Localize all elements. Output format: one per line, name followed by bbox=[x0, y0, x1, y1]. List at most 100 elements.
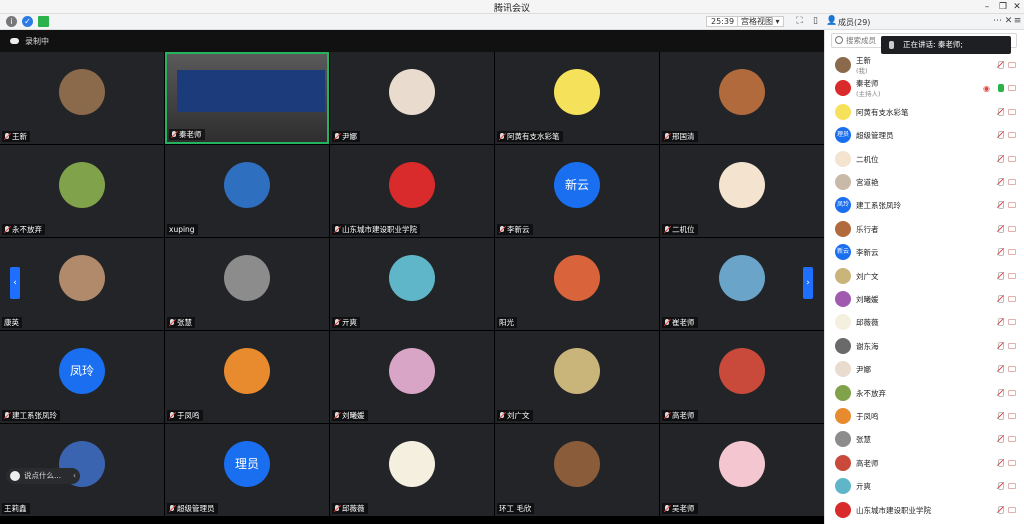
more-icon[interactable]: ⋯ bbox=[992, 16, 1003, 27]
mic-muted-icon[interactable] bbox=[997, 131, 1004, 140]
video-tile[interactable]: 秦老师 bbox=[165, 52, 329, 144]
mic-muted-icon[interactable] bbox=[997, 248, 1004, 257]
member-row[interactable]: 永不放弃 bbox=[825, 382, 1024, 405]
mic-muted-icon[interactable] bbox=[997, 224, 1004, 234]
video-tile[interactable]: 山东城市建设职业学院 bbox=[330, 145, 494, 237]
member-row[interactable]: 刘广文 bbox=[825, 265, 1024, 288]
member-row[interactable]: 高老师 bbox=[825, 452, 1024, 475]
member-row[interactable]: 王新 (我) bbox=[825, 54, 1024, 77]
mic-on-icon[interactable] bbox=[997, 84, 1004, 93]
video-tile[interactable]: 邢国清 bbox=[660, 52, 824, 144]
camera-off-icon[interactable] bbox=[1008, 436, 1016, 443]
video-tile[interactable]: 吴老师 bbox=[660, 424, 824, 516]
mic-muted-icon[interactable] bbox=[997, 61, 1004, 70]
video-tile[interactable]: 永不放弃 bbox=[0, 145, 164, 237]
eye-icon[interactable]: ◉ bbox=[983, 84, 990, 93]
info-icon[interactable]: i bbox=[6, 16, 17, 27]
video-tile[interactable]: 尹娜 bbox=[330, 52, 494, 144]
mic-muted-icon[interactable] bbox=[997, 482, 1004, 491]
video-tile[interactable]: 刘曦媛 bbox=[330, 331, 494, 423]
video-tile[interactable]: 邱薇薇 bbox=[330, 424, 494, 516]
chat-input[interactable]: 说点什么... ‹ bbox=[6, 468, 80, 484]
video-tile[interactable]: 高老师 bbox=[660, 331, 824, 423]
mic-muted-icon[interactable] bbox=[997, 154, 1004, 164]
member-row[interactable]: 宫道艳 bbox=[825, 171, 1024, 194]
video-tile[interactable]: 阿黄有支水彩笔 bbox=[495, 52, 659, 144]
fullscreen-icon[interactable]: ⛶ bbox=[794, 16, 805, 27]
camera-off-icon[interactable] bbox=[1008, 108, 1016, 115]
mic-muted-icon[interactable] bbox=[997, 435, 1004, 444]
camera-off-icon[interactable] bbox=[1008, 272, 1016, 279]
video-tile[interactable]: 张慧 bbox=[165, 238, 329, 330]
video-tile[interactable]: 王新 bbox=[0, 52, 164, 144]
camera-off-icon[interactable] bbox=[1008, 459, 1016, 466]
video-tile[interactable]: xuping bbox=[165, 145, 329, 237]
camera-off-icon[interactable] bbox=[1008, 506, 1016, 513]
member-row[interactable]: 尹娜 bbox=[825, 358, 1024, 381]
menu-icon[interactable]: ≡ bbox=[1012, 16, 1023, 27]
mic-muted-icon[interactable] bbox=[997, 107, 1004, 117]
mic-muted-icon[interactable] bbox=[997, 318, 1004, 327]
video-tile[interactable]: 刘广文 bbox=[495, 331, 659, 423]
mic-muted-icon[interactable] bbox=[997, 365, 1004, 374]
mic-muted-icon[interactable] bbox=[997, 178, 1004, 187]
member-row[interactable]: 乐行者 bbox=[825, 218, 1024, 241]
member-row[interactable]: 亓爽 bbox=[825, 475, 1024, 498]
camera-off-icon[interactable] bbox=[1008, 366, 1016, 373]
member-row[interactable]: 邱薇薇 bbox=[825, 311, 1024, 334]
video-tile[interactable]: 康英 bbox=[0, 238, 164, 330]
video-tile[interactable]: 凤玲 建工系张凤玲 bbox=[0, 331, 164, 423]
mic-muted-icon[interactable] bbox=[997, 271, 1004, 281]
member-row[interactable]: 阿黄有支水彩笔 bbox=[825, 101, 1024, 124]
prev-page-button[interactable]: ‹ bbox=[10, 267, 20, 299]
camera-off-icon[interactable] bbox=[1008, 132, 1016, 139]
member-row[interactable]: 刘曦媛 bbox=[825, 288, 1024, 311]
layout-icon[interactable]: ▯ bbox=[810, 16, 821, 27]
video-tile[interactable]: 环工 毛欣 bbox=[495, 424, 659, 516]
close-button[interactable]: ✕ bbox=[1010, 0, 1024, 14]
camera-off-icon[interactable] bbox=[1008, 155, 1016, 162]
video-tile[interactable]: 于凤鸣 bbox=[165, 331, 329, 423]
video-tile[interactable]: 亓爽 bbox=[330, 238, 494, 330]
minimize-button[interactable]: – bbox=[980, 0, 994, 14]
video-tile[interactable]: 二机位 bbox=[660, 145, 824, 237]
camera-off-icon[interactable] bbox=[1008, 389, 1016, 396]
camera-off-icon[interactable] bbox=[1008, 179, 1016, 185]
mic-muted-icon[interactable] bbox=[997, 295, 1004, 304]
camera-off-icon[interactable] bbox=[1008, 62, 1016, 68]
member-row[interactable]: 理员 超级管理员 bbox=[825, 124, 1024, 147]
member-row[interactable]: 凤玲 建工系张凤玲 bbox=[825, 194, 1024, 217]
member-row[interactable]: 二机位 bbox=[825, 148, 1024, 171]
camera-off-icon[interactable] bbox=[1008, 483, 1016, 490]
camera-off-icon[interactable] bbox=[1008, 85, 1016, 92]
chevron-left-icon[interactable]: ‹ bbox=[73, 468, 76, 484]
camera-off-icon[interactable] bbox=[1008, 342, 1016, 349]
signal-icon[interactable] bbox=[38, 16, 49, 27]
member-row[interactable]: 秦老师 (主持人) ◉ bbox=[825, 77, 1024, 100]
camera-off-icon[interactable] bbox=[1008, 202, 1016, 209]
restore-button[interactable]: ❐ bbox=[996, 0, 1010, 14]
member-row[interactable]: 谢东海 bbox=[825, 335, 1024, 358]
mic-muted-icon[interactable] bbox=[997, 412, 1004, 421]
camera-off-icon[interactable] bbox=[1008, 225, 1016, 232]
members-icon[interactable]: 👤 bbox=[826, 16, 837, 27]
video-tile[interactable]: 新云 李新云 bbox=[495, 145, 659, 237]
camera-off-icon[interactable] bbox=[1008, 249, 1016, 256]
mic-muted-icon[interactable] bbox=[997, 201, 1004, 210]
video-tile[interactable]: 崔老师 bbox=[660, 238, 824, 330]
mic-muted-icon[interactable] bbox=[997, 458, 1004, 468]
next-page-button[interactable]: › bbox=[803, 267, 813, 299]
mic-muted-icon[interactable] bbox=[997, 505, 1004, 515]
member-row[interactable]: 新云 李新云 bbox=[825, 241, 1024, 264]
emoji-icon[interactable] bbox=[10, 471, 20, 481]
member-row[interactable]: 张慧 bbox=[825, 428, 1024, 451]
camera-off-icon[interactable] bbox=[1008, 319, 1016, 326]
mic-muted-icon[interactable] bbox=[997, 341, 1004, 351]
members-count[interactable]: 成员(29) bbox=[838, 17, 870, 28]
camera-off-icon[interactable] bbox=[1008, 413, 1016, 419]
shield-icon[interactable]: ✓ bbox=[22, 16, 33, 27]
view-mode-button[interactable]: 宫格视图 ▾ bbox=[737, 16, 784, 27]
video-tile[interactable]: 阳光 bbox=[495, 238, 659, 330]
camera-off-icon[interactable] bbox=[1008, 296, 1016, 302]
member-row[interactable]: 山东城市建设职业学院 bbox=[825, 499, 1024, 522]
